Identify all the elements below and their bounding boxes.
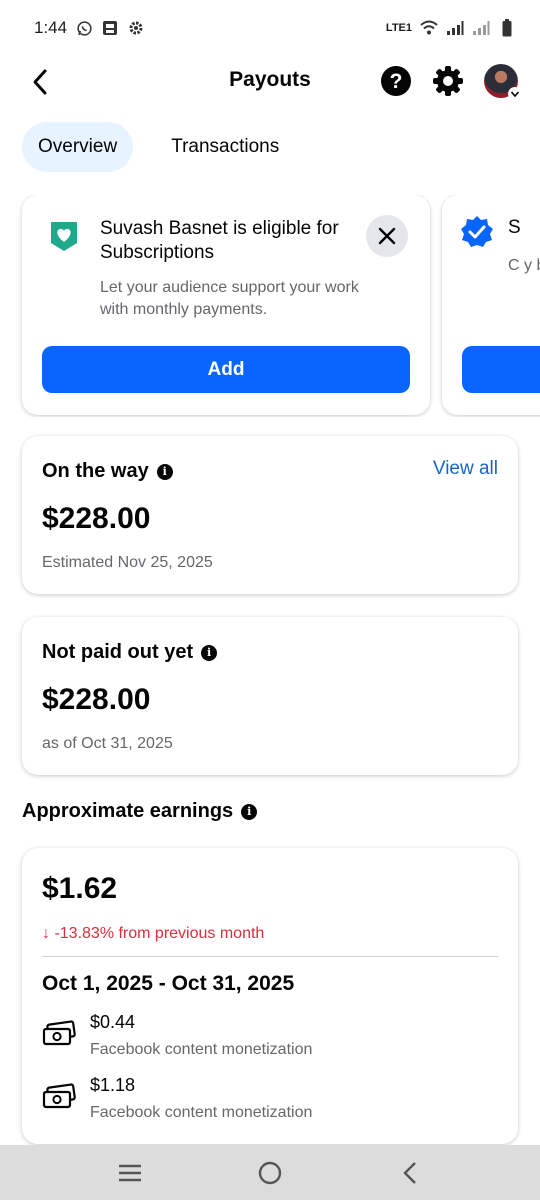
- whatsapp-icon: [75, 19, 93, 37]
- settings-status-icon: [127, 19, 145, 37]
- dismiss-button[interactable]: [366, 215, 408, 257]
- status-time: 1:44: [34, 18, 68, 37]
- help-button[interactable]: ?: [380, 65, 412, 97]
- gallery-icon: [101, 19, 119, 37]
- tab-bar: Overview Transactions: [22, 122, 295, 172]
- tab-transactions[interactable]: Transactions: [155, 122, 295, 172]
- promo-carousel[interactable]: Suvash Basnet is eligible for Subscripti…: [0, 195, 540, 417]
- signal-icon: [446, 19, 464, 37]
- chevron-left-icon: [403, 1161, 416, 1184]
- on-the-way-card: On the way i View all $228.00 Estimated …: [22, 436, 518, 594]
- earnings-card: $1.62 ↓ -13.83% from previous month Oct …: [22, 848, 518, 1144]
- promo-body: Let your audience support your work with…: [100, 279, 359, 318]
- not-paid-card: Not paid out yet i $228.00 as of Oct 31,…: [22, 617, 518, 775]
- home-button[interactable]: [250, 1153, 290, 1193]
- system-back-button[interactable]: [390, 1153, 430, 1193]
- not-paid-date: as of Oct 31, 2025: [42, 735, 173, 752]
- earnings-item-source: Facebook content monetization: [90, 1041, 313, 1058]
- back-button[interactable]: [22, 64, 58, 100]
- next-promo-button[interactable]: [462, 346, 540, 393]
- subscriptions-heart-icon: [51, 222, 77, 251]
- earnings-item-value: $1.18: [90, 1075, 136, 1095]
- add-subscriptions-button[interactable]: Add: [42, 346, 410, 393]
- earnings-item[interactable]: $0.44 Facebook content monetization: [42, 1010, 312, 1062]
- cash-icon: [42, 1083, 76, 1109]
- status-bar: 1:44 LTE1: [0, 0, 540, 56]
- earnings-date-range: Oct 1, 2025 - Oct 31, 2025: [42, 972, 295, 995]
- back-arrow-icon: [33, 69, 47, 95]
- on-the-way-amount: $228.00: [42, 502, 151, 535]
- top-app-bar: Payouts ?: [0, 56, 540, 108]
- earnings-item-source: Facebook content monetization: [90, 1104, 313, 1121]
- help-icon: ?: [381, 66, 411, 96]
- profile-avatar[interactable]: [484, 64, 522, 101]
- subscriptions-promo-card: Suvash Basnet is eligible for Subscripti…: [22, 195, 430, 415]
- battery-icon: [498, 19, 516, 37]
- menu-lines-icon: [119, 1164, 141, 1181]
- earnings-change: ↓ -13.83% from previous month: [42, 925, 265, 942]
- on-the-way-estimate: Estimated Nov 25, 2025: [42, 554, 213, 571]
- svg-text:?: ?: [390, 70, 403, 93]
- info-icon[interactable]: i: [201, 644, 218, 661]
- home-circle-icon: [258, 1161, 282, 1184]
- divider: [42, 956, 498, 957]
- chevron-down-icon: [508, 87, 522, 101]
- signal-2-icon: [472, 19, 490, 37]
- info-icon[interactable]: i: [241, 803, 258, 820]
- system-nav-bar: [0, 1145, 540, 1200]
- earnings-item-value: $0.44: [90, 1012, 136, 1032]
- info-icon[interactable]: i: [156, 463, 173, 480]
- view-all-link[interactable]: View all: [433, 458, 498, 480]
- network-label: LTE1: [385, 22, 412, 34]
- earnings-amount: $1.62: [42, 872, 118, 905]
- next-promo-title: S: [508, 217, 521, 238]
- on-the-way-title: On the way: [42, 460, 149, 482]
- not-paid-title: Not paid out yet: [42, 641, 194, 663]
- earnings-section-title: Approximate earnings i: [22, 800, 258, 823]
- promo-title: Suvash Basnet is eligible for Subscripti…: [100, 218, 339, 263]
- settings-button[interactable]: [432, 65, 464, 97]
- tab-overview[interactable]: Overview: [22, 122, 134, 172]
- earnings-item[interactable]: $1.18 Facebook content monetization: [42, 1073, 312, 1125]
- close-icon: [378, 227, 396, 245]
- not-paid-amount: $228.00: [42, 683, 151, 716]
- cash-icon: [42, 1020, 76, 1046]
- next-promo-card[interactable]: S C y b a: [442, 195, 540, 415]
- verified-badge-icon: [461, 216, 493, 247]
- gear-icon: [433, 66, 463, 96]
- earnings-title: Approximate earnings: [22, 800, 234, 822]
- wifi-icon: [420, 19, 438, 37]
- next-promo-body: C y b a: [508, 257, 540, 274]
- recent-apps-button[interactable]: [110, 1153, 150, 1193]
